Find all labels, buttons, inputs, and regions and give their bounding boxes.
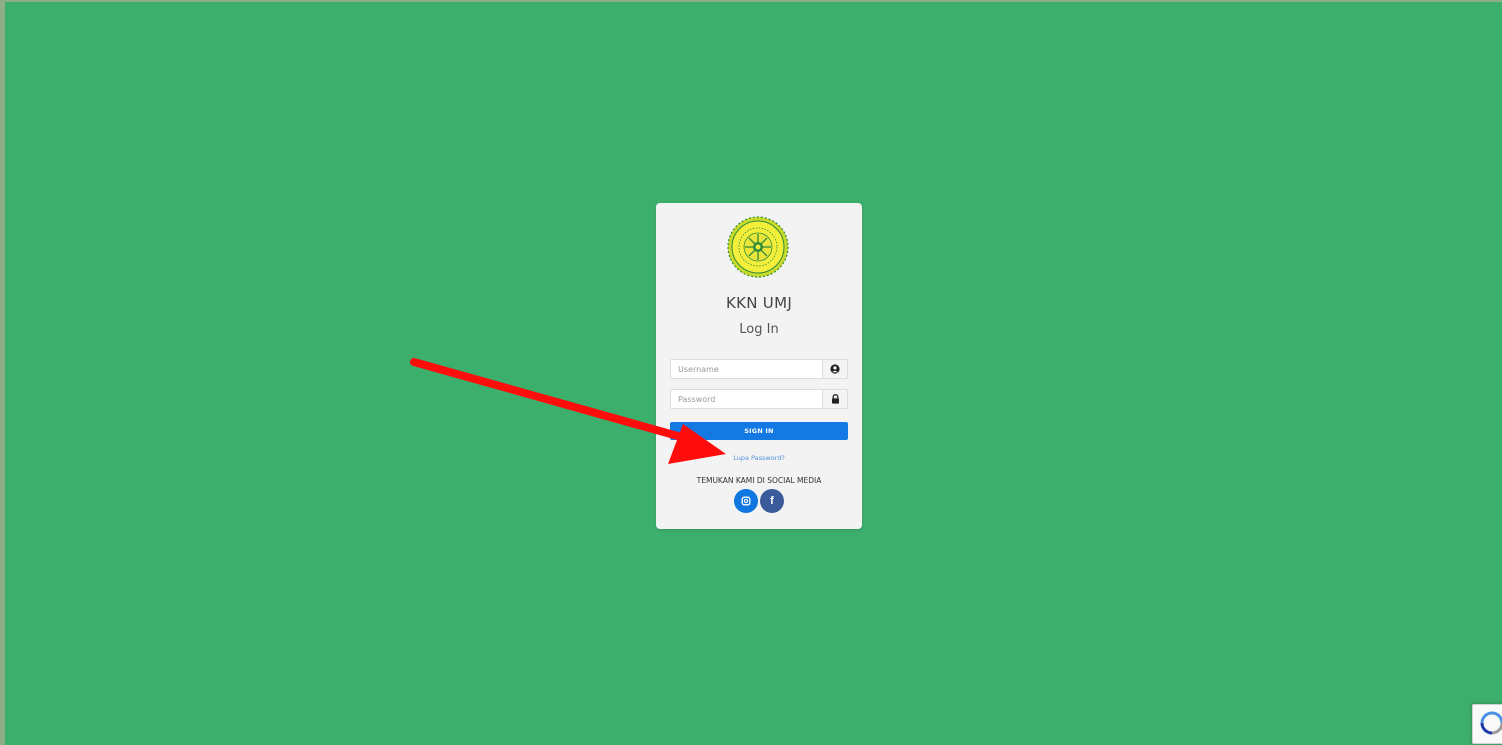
social-media-label: TEMUKAN KAMI DI SOCIAL MEDIA xyxy=(696,476,822,485)
frame-border-left xyxy=(0,0,5,745)
instagram-icon xyxy=(741,496,751,506)
instagram-button[interactable] xyxy=(734,489,758,513)
facebook-icon: f xyxy=(770,494,774,507)
recaptcha-badge[interactable] xyxy=(1472,704,1502,744)
red-arrow-annotation-icon xyxy=(410,358,726,464)
frame-border-top xyxy=(0,0,1502,2)
user-icon xyxy=(822,360,847,378)
app-title: KKN UMJ xyxy=(725,294,793,312)
lock-icon xyxy=(822,390,847,408)
recaptcha-icon xyxy=(1480,711,1502,735)
university-seal-logo xyxy=(727,216,789,278)
facebook-button[interactable]: f xyxy=(760,489,784,513)
login-heading: Log In xyxy=(739,322,779,337)
